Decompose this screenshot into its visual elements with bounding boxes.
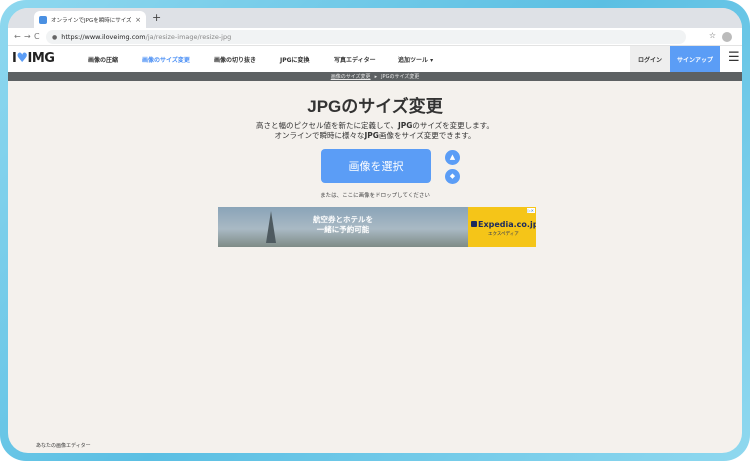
tab-title: オンラインでJPGを瞬時にサイズ変更 xyxy=(51,17,132,24)
ad-brand-subtitle: エクスペディア xyxy=(488,232,519,237)
signup-button[interactable]: サインアップ xyxy=(670,46,720,72)
expedia-logo-icon xyxy=(471,221,477,227)
ad-line2: 一緒に予約可能 xyxy=(316,225,370,234)
reload-button[interactable]: C xyxy=(34,30,40,44)
login-button[interactable]: ログイン xyxy=(630,46,670,72)
desc1-part-a: 高さと幅のピクセル値を新たに定義して、 xyxy=(256,121,398,130)
iloveimg-logo[interactable]: I♥IMG xyxy=(12,51,55,66)
page-description-line2: オンラインで瞬時に様々なJPG画像をサイズ変更できます。 xyxy=(8,130,742,141)
bookmark-star-icon[interactable]: ☆ xyxy=(709,31,716,40)
advertisement-banner[interactable]: 航空券とホテルを 一緒に予約可能 Expedia.co.jp エクスペディア ▷… xyxy=(218,207,536,247)
url-host: https://www.iloveimg.com xyxy=(61,33,146,41)
select-images-button[interactable]: 画像を選択 xyxy=(321,149,431,183)
url-path: /ja/resize-image/resize-jpg xyxy=(145,33,232,41)
logo-word-img: IMG xyxy=(27,51,55,66)
desc2-part-a: オンラインで瞬時に様々な xyxy=(274,131,365,140)
breadcrumb: 画像のサイズ変更 ▸ JPGのサイズ変更 xyxy=(8,72,742,81)
drop-hint: または、ここに画像をドロップしてください xyxy=(320,193,430,199)
ad-brand-panel: Expedia.co.jp エクスペディア xyxy=(468,207,536,247)
new-tab-button[interactable]: + xyxy=(152,10,161,26)
desc2-part-c: 画像をサイズ変更できます。 xyxy=(378,131,476,140)
nav-photo-editor[interactable]: 写真エディター xyxy=(334,55,376,64)
google-drive-button[interactable]: ▲ xyxy=(445,150,460,165)
browser-tab[interactable]: オンラインでJPGを瞬時にサイズ変更 × xyxy=(34,11,146,28)
eiffel-tower-shape xyxy=(266,211,276,243)
status-bar-text: あなたの画像エディター xyxy=(36,443,91,449)
forward-button[interactable]: → xyxy=(24,30,31,44)
site-header: I♥IMG 画像の圧縮 画像のサイズ変更 画像の切り抜き JPGに変換 写真エデ… xyxy=(8,46,742,72)
nav-more-tools[interactable]: 追加ツール ▾ xyxy=(398,55,433,64)
nav-compress-image[interactable]: 画像の圧縮 xyxy=(88,55,118,64)
hamburger-menu-icon[interactable]: ☰ xyxy=(728,50,740,66)
ad-choices-icon[interactable]: ▷✕ xyxy=(526,208,535,213)
desc1-part-c: のサイズを変更します。 xyxy=(412,121,494,130)
browser-toolbar: ← → C ● https://www.iloveimg.com/ja/resi… xyxy=(8,28,742,46)
heart-icon: ♥ xyxy=(16,51,28,66)
desc1-part-b: JPG xyxy=(397,121,413,130)
lock-icon: ● xyxy=(52,33,58,41)
ad-paris-photo: 航空券とホテルを 一緒に予約可能 xyxy=(218,207,468,247)
url-text: https://www.iloveimg.com/ja/resize-image… xyxy=(61,33,231,41)
breadcrumb-parent-link[interactable]: 画像のサイズ変更 xyxy=(331,73,371,80)
address-bar[interactable]: ● https://www.iloveimg.com/ja/resize-ima… xyxy=(46,30,686,44)
back-button[interactable]: ← xyxy=(14,30,21,44)
browser-window: オンラインでJPGを瞬時にサイズ変更 × + ← → C ● https://w… xyxy=(8,8,742,453)
breadcrumb-separator-icon: ▸ xyxy=(374,73,378,80)
nav-resize-image[interactable]: 画像のサイズ変更 xyxy=(142,55,190,64)
ad-headline: 航空券とホテルを 一緒に予約可能 xyxy=(288,215,398,235)
nav-crop-image[interactable]: 画像の切り抜き xyxy=(214,55,256,64)
ad-brand-name: Expedia.co.jp xyxy=(478,220,536,229)
google-drive-icon: ▲ xyxy=(449,153,456,161)
desc2-part-b: JPG xyxy=(364,131,379,140)
profile-avatar[interactable] xyxy=(722,32,732,42)
site-favicon-icon xyxy=(39,15,47,24)
page-title: JPGのサイズ変更 xyxy=(307,97,443,116)
ad-line1: 航空券とホテルを xyxy=(313,215,373,224)
tab-strip: オンラインでJPGを瞬時にサイズ変更 × + xyxy=(8,8,742,28)
close-tab-icon[interactable]: × xyxy=(135,16,141,24)
dropbox-icon: ◆ xyxy=(449,172,456,180)
nav-convert-to-jpg[interactable]: JPGに変換 xyxy=(280,55,310,64)
dropbox-button[interactable]: ◆ xyxy=(445,169,460,184)
breadcrumb-current: JPGのサイズ変更 xyxy=(381,74,420,80)
